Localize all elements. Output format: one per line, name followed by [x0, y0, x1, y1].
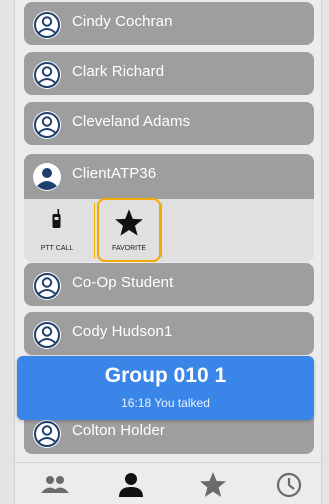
- bottom-tab-bar: [15, 462, 321, 504]
- banner-group-title: Group 010 1: [104, 364, 227, 387]
- avatar-outline-icon: [33, 111, 61, 139]
- history-clock-icon[interactable]: [273, 471, 305, 499]
- contact-row[interactable]: Clark Richard: [24, 52, 314, 95]
- contact-person-icon[interactable]: [115, 471, 147, 499]
- favorite-label: FAVORITE: [111, 245, 147, 252]
- contact-row[interactable]: Cody Hudson1: [24, 312, 314, 355]
- favorite-button[interactable]: FAVORITE: [97, 198, 161, 262]
- favorites-star-icon[interactable]: [197, 471, 229, 499]
- divider: [94, 203, 95, 258]
- contact-row[interactable]: Cindy Cochran: [24, 2, 314, 45]
- avatar-outline-icon: [33, 11, 61, 39]
- ptt-call-label: PTT CALL: [40, 245, 74, 252]
- contact-name: Cody Hudson1: [72, 323, 173, 340]
- contact-name: ClientATP36: [72, 165, 157, 182]
- radio-icon: [52, 209, 61, 228]
- last-talk-banner[interactable]: Group 010 1 16:18 You talked: [17, 356, 314, 420]
- contact-name: Cleveland Adams: [72, 113, 191, 130]
- divider: [161, 203, 162, 258]
- avatar-outline-icon: [33, 272, 61, 300]
- contact-row[interactable]: Co-Op Student: [24, 263, 314, 306]
- contact-name: Colton Holder: [72, 422, 166, 439]
- contact-name: Cindy Cochran: [72, 13, 173, 30]
- contact-name: Co-Op Student: [72, 274, 174, 291]
- ptt-call-button[interactable]: PTT CALL: [24, 199, 90, 262]
- groups-icon[interactable]: [39, 471, 71, 499]
- contact-row-selected[interactable]: ClientATP36: [24, 154, 314, 199]
- contacts-screen: Cindy Cochran Clark Richard Cleveland Ad…: [14, 0, 322, 504]
- contact-row[interactable]: Cleveland Adams: [24, 102, 314, 145]
- avatar-outline-icon: [33, 321, 61, 349]
- avatar-outline-icon: [33, 420, 61, 448]
- contact-name: Clark Richard: [72, 63, 165, 80]
- avatar-outline-icon: [33, 61, 61, 89]
- banner-subtitle: 16:18 You talked: [121, 396, 210, 410]
- avatar-filled-icon: [33, 163, 61, 191]
- star-icon: [115, 209, 143, 236]
- contact-actions-panel: PTT CALL FAVORITE: [24, 198, 314, 262]
